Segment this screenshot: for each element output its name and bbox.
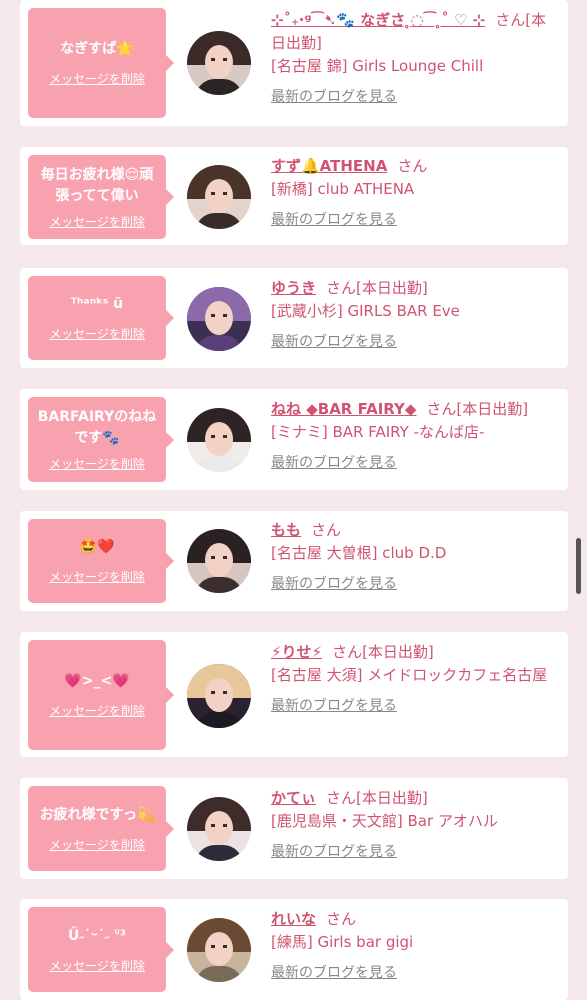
- cast-info: もも さん [名古屋 大曽根] club D.D 最新のブログを見る: [271, 519, 560, 596]
- cast-name-link[interactable]: ゆうき: [271, 279, 316, 297]
- avatar[interactable]: [187, 797, 251, 861]
- avatar[interactable]: [187, 408, 251, 472]
- message-text: BARFAIRYのねねです🐾: [37, 409, 157, 446]
- avatar[interactable]: [187, 664, 251, 728]
- shop-name: [名古屋 錦] Girls Lounge Chill: [271, 57, 484, 75]
- avatar[interactable]: [187, 165, 251, 229]
- message-bubble: お疲れ様ですっ💫 メッセージを削除: [28, 786, 174, 871]
- cast-info: かてぃ さん[本日出勤] [鹿児島県・天文館] Bar アオハル 最新のブログを見…: [271, 787, 560, 864]
- shop-name: [練馬] Girls bar gigi: [271, 933, 414, 951]
- message-text: ᵀʰᵃⁿᵏˢ ü: [70, 296, 124, 312]
- delete-message-link[interactable]: メッセージを削除: [49, 957, 145, 974]
- delete-message-link[interactable]: メッセージを削除: [49, 213, 145, 230]
- shop-name: [ミナミ] BAR FAIRY -なんば店-: [271, 423, 485, 441]
- avatar[interactable]: [187, 529, 251, 593]
- cast-name-link[interactable]: すず🔔ATHENA: [271, 157, 387, 175]
- delete-message-link[interactable]: メッセージを削除: [49, 70, 145, 87]
- message-text: 🤩❤️: [79, 539, 115, 555]
- cast-suffix: さん[本日出勤]: [326, 789, 428, 807]
- cast-suffix: さん[本日出勤]: [426, 400, 529, 418]
- message-card: BARFAIRYのねねです🐾 メッセージを削除 ねね ◆BAR FAIRY◆ さん…: [20, 389, 568, 490]
- message-card: Ű˶˙ᵕ˙˶ ᐡ³ メッセージを削除 れいな さん [練馬] Girls bar …: [20, 899, 568, 1000]
- message-bubble: 毎日お疲れ様😌頑張ってて偉い メッセージを削除: [28, 155, 174, 239]
- cast-info: ⊹˚₊‧ᵍ⁀➷🐾 なぎさ ̥◌⁀ ̥˚ ♡ ⊹ さん[本日出勤] [名古屋 錦] …: [271, 9, 560, 109]
- message-text: 毎日お疲れ様😌頑張ってて偉い: [40, 166, 154, 204]
- cast-name-link[interactable]: かてぃ: [271, 789, 316, 807]
- message-card: なぎすぱ🌟 メッセージを削除 ⊹˚₊‧ᵍ⁀➷🐾 なぎさ ̥◌⁀ ̥˚ ♡ ⊹ さん…: [20, 0, 568, 126]
- message-text: Ű˶˙ᵕ˙˶ ᐡ³: [67, 927, 127, 944]
- avatar[interactable]: [187, 31, 251, 95]
- cast-name-link[interactable]: ⊹˚₊‧ᵍ⁀➷🐾 なぎさ ̥◌⁀ ̥˚ ♡ ⊹: [271, 11, 485, 29]
- cast-name-link[interactable]: ⚡りせ⚡: [271, 643, 322, 661]
- cast-name-link[interactable]: れいな: [271, 910, 316, 928]
- message-bubble: Ű˶˙ᵕ˙˶ ᐡ³ メッセージを削除: [28, 907, 174, 992]
- delete-message-link[interactable]: メッセージを削除: [49, 836, 145, 853]
- avatar[interactable]: [187, 918, 251, 982]
- latest-blog-link[interactable]: 最新のブログを見る: [271, 962, 397, 985]
- message-card: お疲れ様ですっ💫 メッセージを削除 かてぃ さん[本日出勤] [鹿児島県・天文館]…: [20, 778, 568, 879]
- cast-name-link[interactable]: もも: [271, 521, 301, 539]
- latest-blog-link[interactable]: 最新のブログを見る: [271, 86, 397, 109]
- cast-info: ねね ◆BAR FAIRY◆ さん[本日出勤] [ミナミ] BAR FAIRY -…: [271, 398, 560, 475]
- message-text: 💗>_<💗: [64, 673, 130, 689]
- delete-message-link[interactable]: メッセージを削除: [49, 568, 145, 585]
- message-card: 💗>_<💗 メッセージを削除 ⚡りせ⚡ さん[本日出勤] [名古屋 大須] メイド…: [20, 632, 568, 757]
- shop-name: [名古屋 大曽根] club D.D: [271, 544, 447, 562]
- latest-blog-link[interactable]: 最新のブログを見る: [271, 452, 397, 475]
- delete-message-link[interactable]: メッセージを削除: [49, 325, 145, 342]
- cast-suffix: さん: [311, 521, 342, 539]
- shop-name: [鹿児島県・天文館] Bar アオハル: [271, 812, 498, 830]
- delete-message-link[interactable]: メッセージを削除: [49, 455, 145, 472]
- cast-suffix: さん: [326, 910, 357, 928]
- latest-blog-link[interactable]: 最新のブログを見る: [271, 841, 397, 864]
- scrollbar[interactable]: [576, 538, 581, 594]
- message-bubble: 💗>_<💗 メッセージを削除: [28, 640, 174, 750]
- cast-suffix: さん[本日出勤]: [326, 279, 428, 297]
- latest-blog-link[interactable]: 最新のブログを見る: [271, 209, 397, 232]
- latest-blog-link[interactable]: 最新のブログを見る: [271, 331, 397, 354]
- message-bubble: BARFAIRYのねねです🐾 メッセージを削除: [28, 397, 174, 482]
- cast-suffix: さん[本日出勤]: [332, 643, 434, 661]
- cast-info: れいな さん [練馬] Girls bar gigi 最新のブログを見る: [271, 908, 560, 985]
- cast-info: すず🔔ATHENA さん [新橋] club ATHENA 最新のブログを見る: [271, 155, 560, 232]
- message-card: 🤩❤️ メッセージを削除 もも さん [名古屋 大曽根] club D.D 最新の…: [20, 511, 568, 611]
- cast-info: ゆうき さん[本日出勤] [武蔵小杉] GIRLS BAR Eve 最新のブログを…: [271, 277, 560, 354]
- message-text: お疲れ様ですっ💫: [39, 806, 155, 823]
- delete-message-link[interactable]: メッセージを削除: [49, 702, 145, 719]
- cast-info: ⚡りせ⚡ さん[本日出勤] [名古屋 大須] メイドロックカフェ名古屋 最新のブロ…: [271, 641, 560, 718]
- latest-blog-link[interactable]: 最新のブログを見る: [271, 573, 397, 596]
- latest-blog-link[interactable]: 最新のブログを見る: [271, 695, 397, 718]
- message-bubble: なぎすぱ🌟 メッセージを削除: [28, 8, 174, 118]
- message-bubble: 🤩❤️ メッセージを削除: [28, 519, 174, 603]
- cast-suffix: さん: [397, 157, 428, 175]
- avatar[interactable]: [187, 287, 251, 351]
- cast-name-link[interactable]: ねね ◆BAR FAIRY◆: [271, 400, 416, 418]
- message-card: 毎日お疲れ様😌頑張ってて偉い メッセージを削除 すず🔔ATHENA さん [新橋]…: [20, 147, 568, 245]
- message-text: なぎすぱ🌟: [60, 41, 134, 57]
- message-card: ᵀʰᵃⁿᵏˢ ü メッセージを削除 ゆうき さん[本日出勤] [武蔵小杉] GIR…: [20, 268, 568, 368]
- shop-name: [新橋] club ATHENA: [271, 180, 415, 198]
- shop-name: [名古屋 大須] メイドロックカフェ名古屋: [271, 666, 548, 684]
- message-bubble: ᵀʰᵃⁿᵏˢ ü メッセージを削除: [28, 276, 174, 360]
- shop-name: [武蔵小杉] GIRLS BAR Eve: [271, 302, 460, 320]
